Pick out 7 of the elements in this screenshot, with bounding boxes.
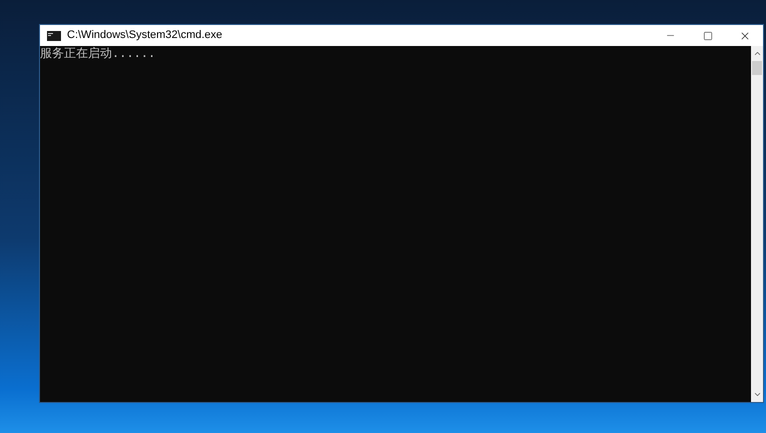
- scroll-up-icon[interactable]: [752, 49, 762, 58]
- scroll-down-icon[interactable]: [752, 390, 762, 399]
- window-title: C:\Windows\System32\cmd.exe: [67, 28, 222, 44]
- console-icon: [47, 30, 61, 40]
- console-line: 服务正在启动......: [40, 46, 156, 61]
- scrollbar-thumb[interactable]: [752, 61, 762, 75]
- maximize-icon: [702, 30, 712, 40]
